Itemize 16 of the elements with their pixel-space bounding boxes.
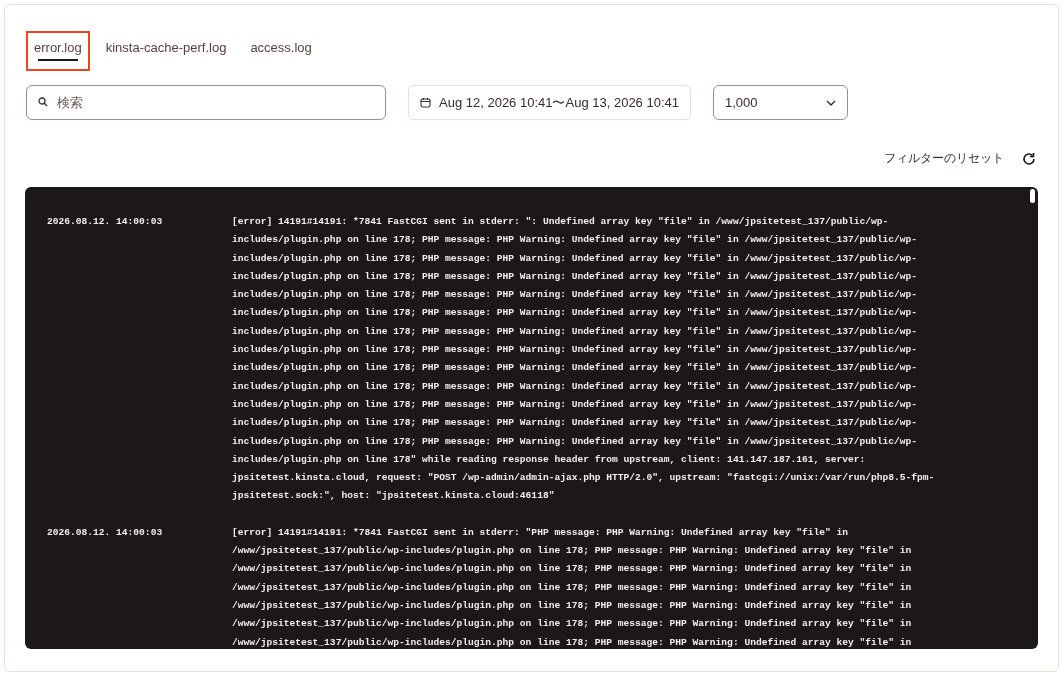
log-timestamp: 2026.08.12. 14:00:03 [47, 215, 164, 229]
chevron-down-icon [826, 99, 836, 106]
log-timestamp: 2026.08.12. 14:00:03 [47, 525, 164, 540]
date-range-field[interactable]: Aug 12, 2026 10:41〜Aug 13, 2026 10:41 [408, 85, 691, 120]
log-message: [error] 14191#14191: *7841 FastCGI sent in stderr: ": Undefined array key "file" in /www/jpsitetest_137/public/wp- includes/plugin.php on line 178; PHP message: PHP Warning: Undefined array key "file" in /www/jpsitetest_137/public/wp- includes/plugin.php on line 178; PHP message: PHP Warning: Undefined array key "file" in /www/jpsitetest_137/public/wp- includes/plugin.php on line 178; PHP message: PHP Warning: Undefined array key "file" in /www/jpsitetest_137/public/wp- includes/plugin.php on line 178; PHP message: PHP Warning: Undefined array key "file" in /www/jpsitetest_137/public/wp- includes/plugin.php on line 178; PHP message: PHP Warning: Undefined array key "file" in /www/jpsitetest_137/public/wp- includes/plugin.php on line 178; PHP message: PHP Warning: Undefined array key "file" in /www/jpsitetest_137/public/wp- includes/plugin.php on line 178; PHP message: PHP Warning: Undefined array key "file" in /www/jpsitetest_137/public/wp- includes/plugin.php on line 178; PHP message: PHP Warning: Undefined array key "file" in /www/jpsitetest_137/public/wp- includes/plugin.php on line 178; PHP message: PHP Warning: Undefined array key "file" in /www/jpsitetest_137/public/wp- includes/plugin.php on line 178; PHP message: PHP Warning: Undefined array key "file" in /www/jpsitetest_137/public/wp- includes/plugin.php on line 178; PHP message: PHP Warning: Undefined array key "file" in /www/jpsitetest_137/public/wp- includes/plugin.php on line 178; PHP message: PHP Warning: Undefined array key "file" in /www/jpsitetest_137/public/wp- includes/plugin.php on line 178" while reading response header from upstream, client: 141.147.187.161, server: jpsitetest.kinsta.cloud, request: "POST /wp-admin/admin-ajax.php HTTP/2.0", upstream: "fastcgi://unix:/var/run/php8.5-fpm- jpsitetest.sock:", host: "jpsitetest.kinsta.cloud:46118" [232, 215, 935, 504]
search-icon [38, 97, 48, 107]
log-tab[interactable]: kinsta-cache-perf.log [97, 31, 235, 71]
log-tab[interactable]: access.log [242, 31, 320, 71]
calendar-icon [420, 97, 431, 108]
reset-filters-button[interactable]: フィルターのリセット [884, 150, 1004, 167]
search-field[interactable]: 検索 [26, 85, 386, 120]
scrollbar-thumb[interactable] [1030, 189, 1035, 203]
limit-select[interactable]: 1,000 [713, 85, 848, 120]
log-tab[interactable]: error.log [26, 31, 90, 71]
refresh-icon[interactable] [1022, 151, 1036, 166]
log-message: [error] 14191#14191: *7841 FastCGI sent in stderr: "PHP message: PHP Warning: Undefined array key "file" in /www/jpsitetest_137/public/wp-includes/plugin.php on line 178; PHP message: PHP Warning: Undefined array key "file" in /www/jpsitetest_137/public/wp-includes/plugin.php on line 178; PHP message: PHP Warning: Undefined array key "file" in /www/jpsitetest_137/public/wp-includes/plugin.php on line 178; PHP message: PHP Warning: Undefined array key "file" in /www/jpsitetest_137/public/wp-includes/plugin.php on line 178; PHP message: PHP Warning: Undefined array key "file" in /www/jpsitetest_137/public/wp-includes/plugin.php on line 178; PHP message: PHP Warning: Undefined array key "file" in /www/jpsitetest_137/public/wp-includes/plugin.php on line 178; PHP message: PHP Warning: Undefined array key "file" in [232, 525, 912, 649]
